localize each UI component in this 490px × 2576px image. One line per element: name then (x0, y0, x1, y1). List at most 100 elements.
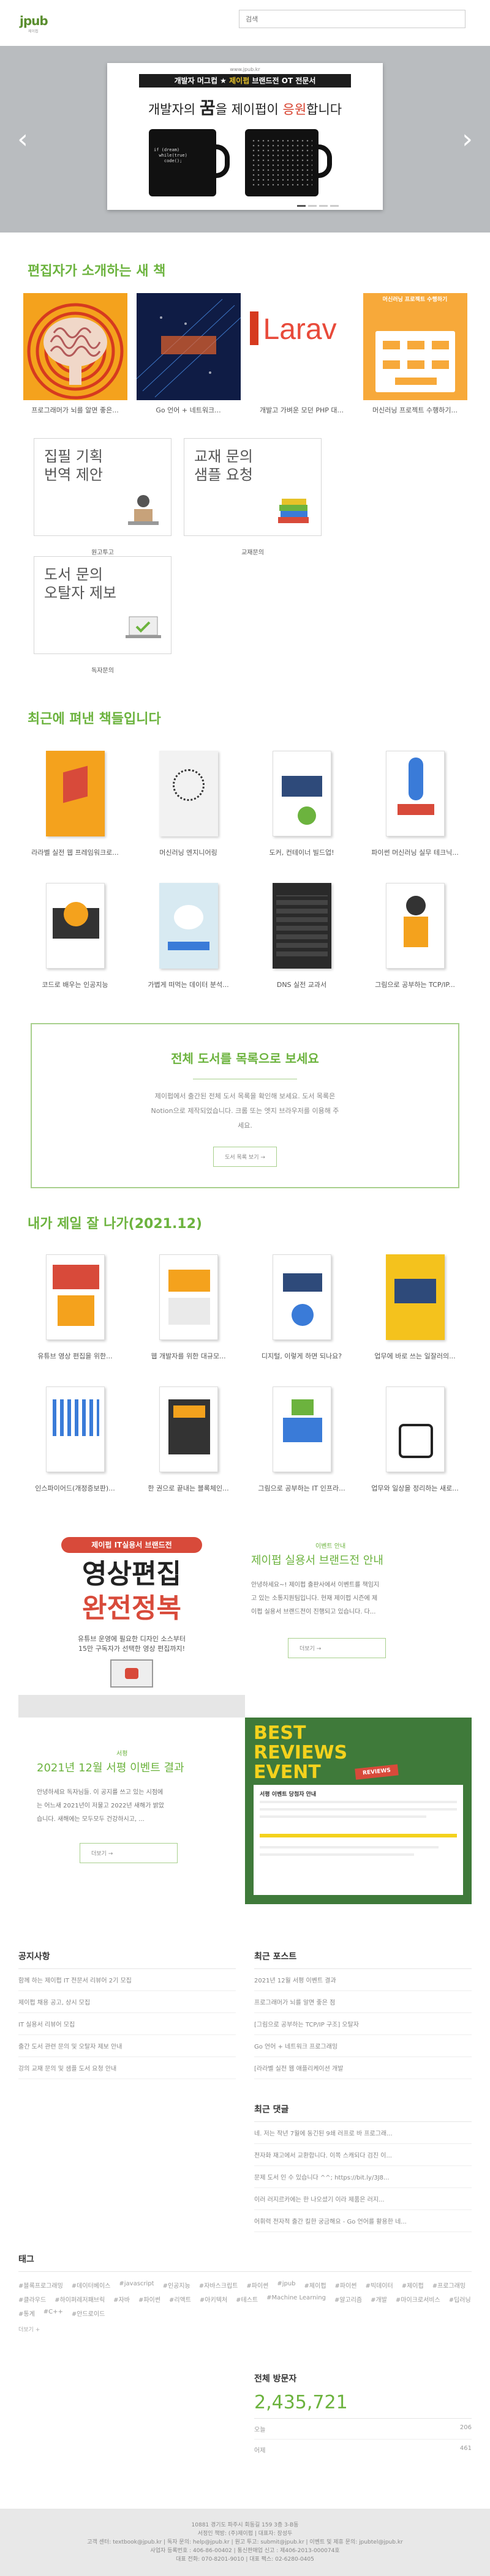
event2-more-button[interactable]: 더보기 → (80, 1843, 178, 1863)
tag-link[interactable]: #제이펍 (304, 2280, 326, 2290)
book-caption[interactable]: 업무에 바로 쓰는 일잘러의... (358, 1351, 472, 1361)
book-caption[interactable]: 머신러닝 엔지니어링 (132, 847, 245, 857)
tag-link[interactable]: #딥러닝 (449, 2295, 471, 2304)
search-input[interactable] (239, 10, 466, 28)
book-cover[interactable]: Larav (249, 293, 354, 400)
book-cover[interactable] (23, 293, 127, 400)
tag-link[interactable]: #C++ (43, 2309, 63, 2318)
notice-item[interactable]: 강의 교재 문의 및 샘플 도서 요청 안내 (18, 2057, 236, 2079)
post-item[interactable]: 프로그래머가 뇌를 알면 좋은 점 (254, 1991, 472, 2013)
book-cover[interactable] (45, 1254, 105, 1340)
book-cover[interactable] (385, 1254, 445, 1340)
post-item[interactable]: [그림으로 공부하는 TCP/IP 구조] 오탈자 (254, 2013, 472, 2035)
contact-tile-textbook[interactable]: 교재 문의 샘플 요청 교재문의 (178, 438, 328, 556)
slider-dot[interactable] (330, 205, 339, 207)
slider-pagination[interactable] (297, 205, 339, 207)
recent-book-item[interactable]: 파이썬 머신러닝 실무 테크닉... (358, 751, 472, 857)
best-book-item[interactable]: 유튜브 영상 편집을 위한... (18, 1254, 132, 1361)
book-caption[interactable]: 개발고 가벼운 모던 PHP 대... (245, 405, 358, 415)
tag-link[interactable]: #개발 (371, 2295, 387, 2304)
new-book-item[interactable]: Larav 개발고 가벼운 모던 PHP 대... (245, 293, 358, 415)
catalog-button[interactable]: 도서 목록 보기 → (213, 1147, 277, 1167)
tag-link[interactable]: #자바 (113, 2295, 130, 2304)
book-caption[interactable]: 인스파이어드(개정증보판)... (18, 1483, 132, 1493)
tag-link[interactable]: #파이썬 (246, 2280, 268, 2290)
post-item[interactable]: [라라벨 실전 웹 애플리케이션 개발 (254, 2057, 472, 2079)
book-caption[interactable]: 프로그래머가 뇌를 알면 좋은... (18, 405, 132, 415)
comment-item[interactable]: 문제 도서 인 수 있습니다 ^^; https://bit.ly/3J8... (254, 2166, 472, 2188)
post-item[interactable]: 2021년 12월 서평 이벤트 결과 (254, 1969, 472, 1991)
book-cover[interactable] (385, 751, 445, 836)
comment-item[interactable]: 전자화 재고에서 교환합니다. 이쪽 스캐되다 검진 이... (254, 2144, 472, 2166)
tag-link[interactable]: #알고리즘 (334, 2295, 362, 2304)
new-book-item[interactable]: 머신러닝 프로젝트 수행하기 머신러닝 프로젝트 수행하기... (358, 293, 472, 415)
contact-tile[interactable]: 교재 문의 샘플 요청 (184, 438, 322, 536)
best-book-item[interactable]: 디지털, 이렇게 하면 되나요? (245, 1254, 358, 1361)
book-cover[interactable] (272, 1254, 331, 1340)
best-book-item[interactable]: 업무와 일상을 정리하는 새로... (358, 1387, 472, 1493)
recent-book-item[interactable]: 도커, 컨테이너 빌드업! (245, 751, 358, 857)
book-caption[interactable]: 업무와 일상을 정리하는 새로... (358, 1483, 472, 1493)
comment-item[interactable]: 이러 러지르카에는 한 나오셨기 이라 제품은 러지... (254, 2188, 472, 2210)
book-cover[interactable] (159, 883, 218, 969)
notice-item[interactable]: 함께 하는 제이펍 IT 전문서 리뷰어 2기 모집 (18, 1969, 236, 1991)
post-item[interactable]: Go 언어 + 네트워크 프로그래밍 (254, 2035, 472, 2057)
best-book-item[interactable]: 한 권으로 끝내는 블록체인... (132, 1387, 245, 1493)
tag-link[interactable]: #파이썬 (335, 2280, 357, 2290)
best-book-item[interactable]: 업무에 바로 쓰는 일잘러의... (358, 1254, 472, 1361)
tag-link[interactable]: #Machine Learning (266, 2295, 326, 2304)
new-book-item[interactable]: 프로그래머가 뇌를 알면 좋은... (18, 293, 132, 415)
book-caption[interactable]: 도커, 컨테이너 빌드업! (245, 847, 358, 857)
notice-item[interactable]: 제이펍 채용 공고, 상시 모집 (18, 1991, 236, 2013)
tag-link[interactable]: #테스트 (236, 2295, 258, 2304)
best-book-item[interactable]: 그림으로 공부하는 IT 인프라... (245, 1387, 358, 1493)
book-cover[interactable] (385, 1387, 445, 1472)
tile-caption[interactable]: 독자문의 (28, 665, 178, 674)
tag-link[interactable]: #프로그래밍 (432, 2280, 466, 2290)
tile-caption[interactable]: 원고투고 (28, 547, 178, 556)
tag-link[interactable]: #안드로이드 (72, 2309, 105, 2318)
tag-link[interactable]: #인공지능 (163, 2280, 190, 2290)
comment-item[interactable]: 네. 저는 작년 7월에 동긴된 9쇄 러프로 바 프로그래... (254, 2122, 472, 2144)
recent-book-item[interactable]: 라라벨 실전 웹 프레임워크로... (18, 751, 132, 857)
tag-link[interactable]: #제이펍 (402, 2280, 424, 2290)
book-cover[interactable] (136, 293, 241, 400)
book-caption[interactable]: 파이썬 머신러닝 실무 테크닉... (358, 847, 472, 857)
event1-banner[interactable]: 제이펍 IT실용서 브랜드전 영상편집 완전정복 유튜브 운영에 필요한 디자인… (18, 1531, 245, 1718)
book-caption[interactable]: 가볍게 떠먹는 데이터 분석... (132, 980, 245, 989)
tag-link[interactable]: #블록프로그래밍 (18, 2280, 63, 2290)
event1-title[interactable]: 제이펍 실용서 브랜드전 안내 (251, 1552, 383, 1568)
book-cover[interactable] (45, 751, 105, 836)
book-cover[interactable] (45, 1387, 105, 1472)
recent-book-item[interactable]: 그림으로 공부하는 TCP/IP... (358, 883, 472, 989)
tag-link[interactable]: #통계 (18, 2309, 35, 2318)
best-book-item[interactable]: 인스파이어드(개정증보판)... (18, 1387, 132, 1493)
book-caption[interactable]: 그림으로 공부하는 IT 인프라... (245, 1483, 358, 1493)
tag-link[interactable]: #하이퍼레저패브릭 (55, 2295, 105, 2304)
book-cover[interactable] (272, 883, 331, 969)
notice-item[interactable]: 출간 도서 관련 문의 및 오탈자 제보 안내 (18, 2035, 236, 2057)
best-book-item[interactable]: 웹 개발자를 위한 대규모... (132, 1254, 245, 1361)
tag-link[interactable]: #파이썬 (138, 2295, 160, 2304)
site-logo[interactable]: jpub 제이펍 (20, 13, 56, 34)
contact-tile[interactable]: 집필 기획 번역 제안 (34, 438, 172, 536)
recent-book-item[interactable]: 코드로 배우는 인공지능 (18, 883, 132, 989)
book-cover[interactable] (159, 1387, 218, 1472)
book-caption[interactable]: 머신러닝 프로젝트 수행하기... (358, 405, 472, 415)
book-cover[interactable] (272, 1387, 331, 1472)
book-caption[interactable]: 디지털, 이렇게 하면 되나요? (245, 1351, 358, 1361)
book-caption[interactable]: DNS 실전 교과서 (245, 980, 358, 989)
book-cover[interactable] (385, 883, 445, 969)
tag-link[interactable]: #자바스크립트 (199, 2280, 238, 2290)
book-caption[interactable]: 웹 개발자를 위한 대규모... (132, 1351, 245, 1361)
hero-slide[interactable]: www.jpub.kr 개발자 머그컵 ★ 제이펍 브랜드전 OT 전문서 개발… (107, 63, 383, 210)
tags-more-link[interactable]: 더보기 + (18, 2325, 472, 2333)
book-cover[interactable]: 머신러닝 프로젝트 수행하기 (363, 293, 467, 400)
event2-title[interactable]: 2021년 12월 서평 이벤트 결과 (37, 1759, 184, 1775)
contact-tile[interactable]: 도서 문의 오탈자 제보 (34, 556, 172, 654)
recent-book-item[interactable]: 가볍게 떠먹는 데이터 분석... (132, 883, 245, 989)
book-caption[interactable]: 라라벨 실전 웹 프레임워크로... (18, 847, 132, 857)
new-book-item[interactable]: Go 언어 + 네트워크... (132, 293, 245, 415)
slider-dot[interactable] (297, 205, 306, 207)
tag-link[interactable]: #데이터베이스 (72, 2280, 111, 2290)
